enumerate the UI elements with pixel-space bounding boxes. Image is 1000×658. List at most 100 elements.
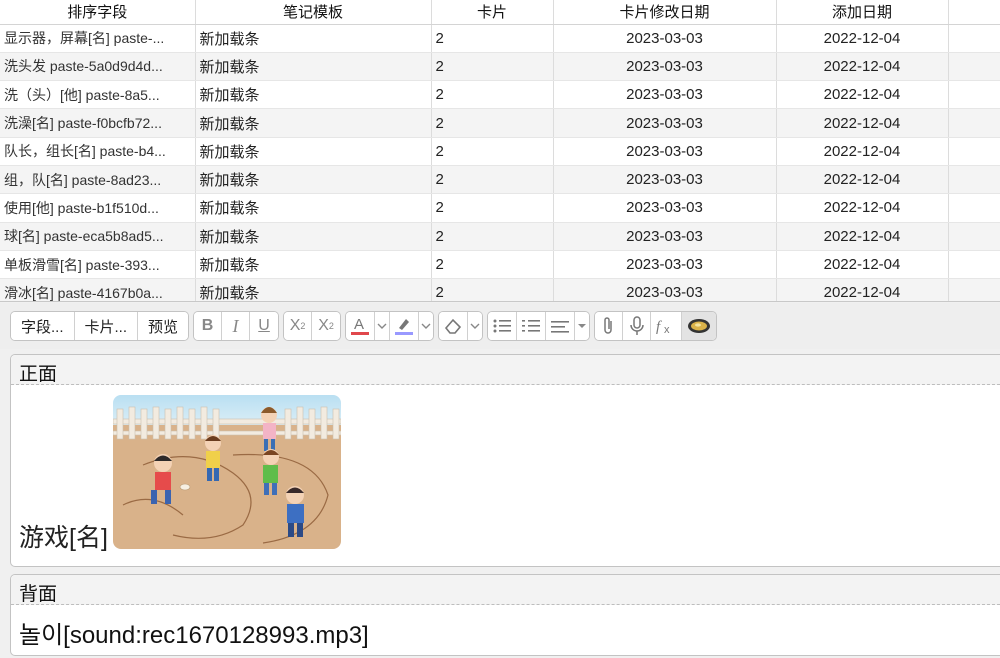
table-row[interactable]: 显示器，屏幕[名] paste-... 新加载条 2 2023-03-03 2022-1… bbox=[0, 24, 1000, 53]
cell-note-template[interactable]: 新加载条 bbox=[195, 108, 432, 138]
italic-button[interactable]: I bbox=[222, 312, 251, 340]
cell-note-template[interactable]: 新加载条 bbox=[195, 52, 432, 82]
column-header-card-modified[interactable]: 卡片修改日期 bbox=[553, 0, 777, 25]
cell-added-date[interactable]: 2022-12-04 bbox=[776, 108, 949, 138]
front-field-editor[interactable]: 游戏[名] bbox=[11, 385, 1000, 566]
text-color-icon[interactable]: A bbox=[346, 312, 376, 340]
cell-card-modified[interactable]: 2023-03-03 bbox=[553, 165, 777, 195]
cell-cards[interactable]: 2 bbox=[431, 250, 554, 280]
cell-sort-field[interactable]: 队长，组长[名] paste-b4... bbox=[0, 137, 196, 166]
cell-cards[interactable]: 2 bbox=[431, 137, 554, 166]
formula-icon[interactable]: fx bbox=[651, 312, 683, 340]
cell-empty bbox=[948, 222, 1000, 251]
cell-empty bbox=[948, 165, 1000, 195]
back-field-text[interactable]: 놀이[sound:rec1670128993.mp3] bbox=[19, 622, 369, 649]
eraser-dropdown-icon[interactable] bbox=[468, 312, 483, 340]
card-actions-group: 字段... 卡片... 预览 bbox=[10, 311, 190, 341]
cell-sort-field[interactable]: 使用[他] paste-b1f510d... bbox=[0, 193, 196, 223]
cell-note-template[interactable]: 新加载条 bbox=[195, 165, 432, 195]
cell-card-modified[interactable]: 2023-03-03 bbox=[553, 52, 777, 82]
cell-added-date[interactable]: 2022-12-04 bbox=[776, 193, 949, 223]
cell-added-date[interactable]: 2022-12-04 bbox=[776, 222, 949, 251]
cell-note-template[interactable]: 新加载条 bbox=[195, 24, 432, 53]
cell-note-template[interactable]: 新加载条 bbox=[195, 222, 432, 251]
column-header-sort-field[interactable]: 排序字段 bbox=[0, 0, 196, 25]
back-field-label[interactable]: 背面 bbox=[11, 575, 1000, 605]
bold-button[interactable]: B bbox=[194, 312, 223, 340]
cell-note-template[interactable]: 新加载条 bbox=[195, 137, 432, 166]
cell-cards[interactable]: 2 bbox=[431, 24, 554, 53]
cell-added-date[interactable]: 2022-12-04 bbox=[776, 137, 949, 166]
table-row[interactable]: 使用[他] paste-b1f510d... 新加载条 2 2023-03-03 202… bbox=[0, 193, 1000, 223]
cell-cards[interactable]: 2 bbox=[431, 80, 554, 110]
cell-cards[interactable]: 2 bbox=[431, 278, 554, 301]
cell-note-template[interactable]: 新加载条 bbox=[195, 250, 432, 280]
superscript-icon[interactable]: X2 bbox=[284, 312, 313, 340]
cell-card-modified[interactable]: 2023-03-03 bbox=[553, 108, 777, 138]
cell-added-date[interactable]: 2022-12-04 bbox=[776, 24, 949, 53]
cell-cards[interactable]: 2 bbox=[431, 193, 554, 223]
fields-button[interactable]: 字段... bbox=[11, 312, 75, 340]
table-row[interactable]: 单板滑雪[名] paste-393... 新加载条 2 2023-03-03 2022-… bbox=[0, 250, 1000, 280]
table-row[interactable]: 洗头发 paste-5a0d9d4d... 新加载条 2 2023-03-03 2022… bbox=[0, 52, 1000, 82]
cell-sort-field[interactable]: 洗（头）[他] paste-8a5... bbox=[0, 80, 196, 110]
cell-note-template[interactable]: 新加载条 bbox=[195, 278, 432, 301]
cell-cards[interactable]: 2 bbox=[431, 222, 554, 251]
numbered-list-icon[interactable] bbox=[517, 312, 547, 340]
back-field-editor[interactable]: 놀이[sound:rec1670128993.mp3] bbox=[11, 605, 1000, 658]
cell-cards[interactable]: 2 bbox=[431, 108, 554, 138]
cell-added-date[interactable]: 2022-12-04 bbox=[776, 278, 949, 301]
underline-button[interactable]: U bbox=[250, 312, 279, 340]
cell-sort-field[interactable]: 组，队[名] paste-8ad23... bbox=[0, 165, 196, 195]
subscript-icon[interactable]: X2 bbox=[312, 312, 341, 340]
cell-card-modified[interactable]: 2023-03-03 bbox=[553, 80, 777, 110]
column-header-empty bbox=[948, 0, 1000, 25]
table-row[interactable]: 洗澡[名] paste-f0bcfb72... 新加载条 2 2023-03-03 20… bbox=[0, 108, 1000, 138]
cell-added-date[interactable]: 2022-12-04 bbox=[776, 52, 949, 82]
paperclip-icon[interactable] bbox=[595, 312, 624, 340]
column-header-cards[interactable]: 卡片 bbox=[431, 0, 554, 25]
cell-added-date[interactable]: 2022-12-04 bbox=[776, 250, 949, 280]
cell-empty bbox=[948, 24, 1000, 53]
cell-note-template[interactable]: 新加载条 bbox=[195, 193, 432, 223]
cell-card-modified[interactable]: 2023-03-03 bbox=[553, 250, 777, 280]
cell-cards[interactable]: 2 bbox=[431, 52, 554, 82]
speaker-addon-icon[interactable] bbox=[682, 312, 717, 340]
align-icon[interactable] bbox=[546, 312, 576, 340]
cell-sort-field[interactable]: 单板滑雪[名] paste-393... bbox=[0, 250, 196, 280]
cell-card-modified[interactable]: 2023-03-03 bbox=[553, 24, 777, 53]
highlight-dropdown-icon[interactable] bbox=[419, 312, 434, 340]
table-row[interactable]: 队长，组长[名] paste-b4... 新加载条 2 2023-03-03 2022-… bbox=[0, 137, 1000, 166]
cell-sort-field[interactable]: 洗头发 paste-5a0d9d4d... bbox=[0, 52, 196, 82]
table-row[interactable]: 球[名] paste-eca5b8ad5... 新加载条 2 2023-03-03 20… bbox=[0, 222, 1000, 251]
cell-card-modified[interactable]: 2023-03-03 bbox=[553, 193, 777, 223]
column-header-added-date[interactable]: 添加日期 bbox=[776, 0, 949, 25]
cell-cards[interactable]: 2 bbox=[431, 165, 554, 195]
cell-added-date[interactable]: 2022-12-04 bbox=[776, 165, 949, 195]
microphone-icon[interactable] bbox=[623, 312, 652, 340]
align-dropdown-icon[interactable] bbox=[575, 312, 590, 340]
table-row[interactable]: 滑冰[名] paste-4167b0a... 新加载条 2 2023-03-03 202… bbox=[0, 278, 1000, 301]
bullet-list-icon[interactable] bbox=[488, 312, 518, 340]
cell-card-modified[interactable]: 2023-03-03 bbox=[553, 222, 777, 251]
front-field-text[interactable]: 游戏[名] bbox=[19, 518, 108, 554]
cell-added-date[interactable]: 2022-12-04 bbox=[776, 80, 949, 110]
children-playing-image[interactable] bbox=[113, 395, 341, 549]
preview-button[interactable]: 预览 bbox=[138, 312, 189, 340]
column-header-note-template[interactable]: 笔记模板 bbox=[195, 0, 432, 25]
cell-card-modified[interactable]: 2023-03-03 bbox=[553, 137, 777, 166]
cell-note-template[interactable]: 新加载条 bbox=[195, 80, 432, 110]
eraser-icon[interactable] bbox=[439, 312, 469, 340]
front-field-label[interactable]: 正面 bbox=[11, 355, 1000, 385]
cell-sort-field[interactable]: 显示器，屏幕[名] paste-... bbox=[0, 24, 196, 53]
table-row[interactable]: 洗（头）[他] paste-8a5... 新加载条 2 2023-03-03 2022-… bbox=[0, 80, 1000, 110]
cell-sort-field[interactable]: 球[名] paste-eca5b8ad5... bbox=[0, 222, 196, 251]
cell-sort-field[interactable]: 洗澡[名] paste-f0bcfb72... bbox=[0, 108, 196, 138]
table-header-row: 排序字段 笔记模板 卡片 卡片修改日期 添加日期 bbox=[0, 0, 1000, 25]
highlight-icon[interactable] bbox=[390, 312, 420, 340]
table-row[interactable]: 组，队[名] paste-8ad23... 新加载条 2 2023-03-03 2022… bbox=[0, 165, 1000, 195]
cell-sort-field[interactable]: 滑冰[名] paste-4167b0a... bbox=[0, 278, 196, 301]
cell-card-modified[interactable]: 2023-03-03 bbox=[553, 278, 777, 301]
text-color-dropdown-icon[interactable] bbox=[375, 312, 391, 340]
cards-button[interactable]: 卡片... bbox=[74, 312, 139, 340]
